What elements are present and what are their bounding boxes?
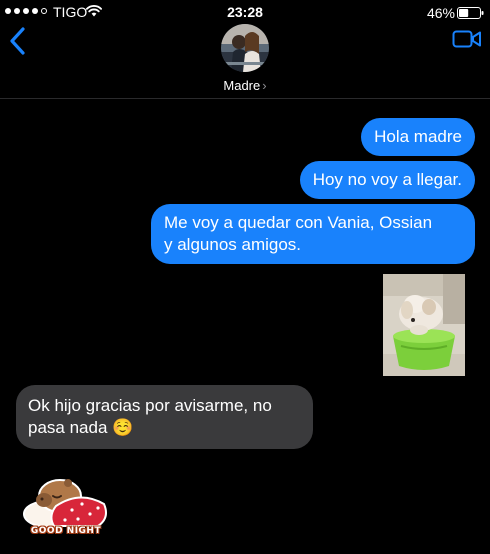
sent-message-bubble[interactable]: Hoy no voy a llegar. [299, 161, 475, 199]
video-call-button[interactable] [452, 29, 482, 49]
photo-message[interactable] [383, 274, 465, 376]
video-camera-icon [452, 30, 481, 48]
battery-percentage: 46% [426, 5, 455, 21]
battery-icon [457, 7, 484, 19]
chevron-left-icon [10, 27, 25, 55]
conversation-header: Madre › [0, 24, 490, 99]
clock: 23:28 [227, 4, 263, 20]
dog-in-green-bucket-photo [383, 274, 465, 376]
battery-fill [459, 9, 469, 17]
sticker-caption: GOOD NIGHT [30, 526, 102, 536]
avatar[interactable] [221, 24, 269, 72]
good-night-sticker[interactable]: GOOD NIGHT [20, 470, 112, 540]
sent-message-bubble[interactable]: Me voy a quedar con Vania, Ossian y algu… [151, 204, 475, 264]
sent-message-bubble[interactable]: Hola madre [361, 118, 475, 156]
back-button[interactable] [6, 26, 30, 56]
received-message-bubble[interactable]: Ok hijo gracias por avisarme, no pasa na… [16, 385, 313, 449]
status-bar: TIGO 23:28 46% [0, 0, 490, 24]
contact-photo [221, 24, 269, 72]
contact-name: Madre [223, 78, 261, 93]
contact-info-button[interactable]: Madre › [0, 78, 490, 93]
chevron-right-icon: › [262, 78, 267, 93]
